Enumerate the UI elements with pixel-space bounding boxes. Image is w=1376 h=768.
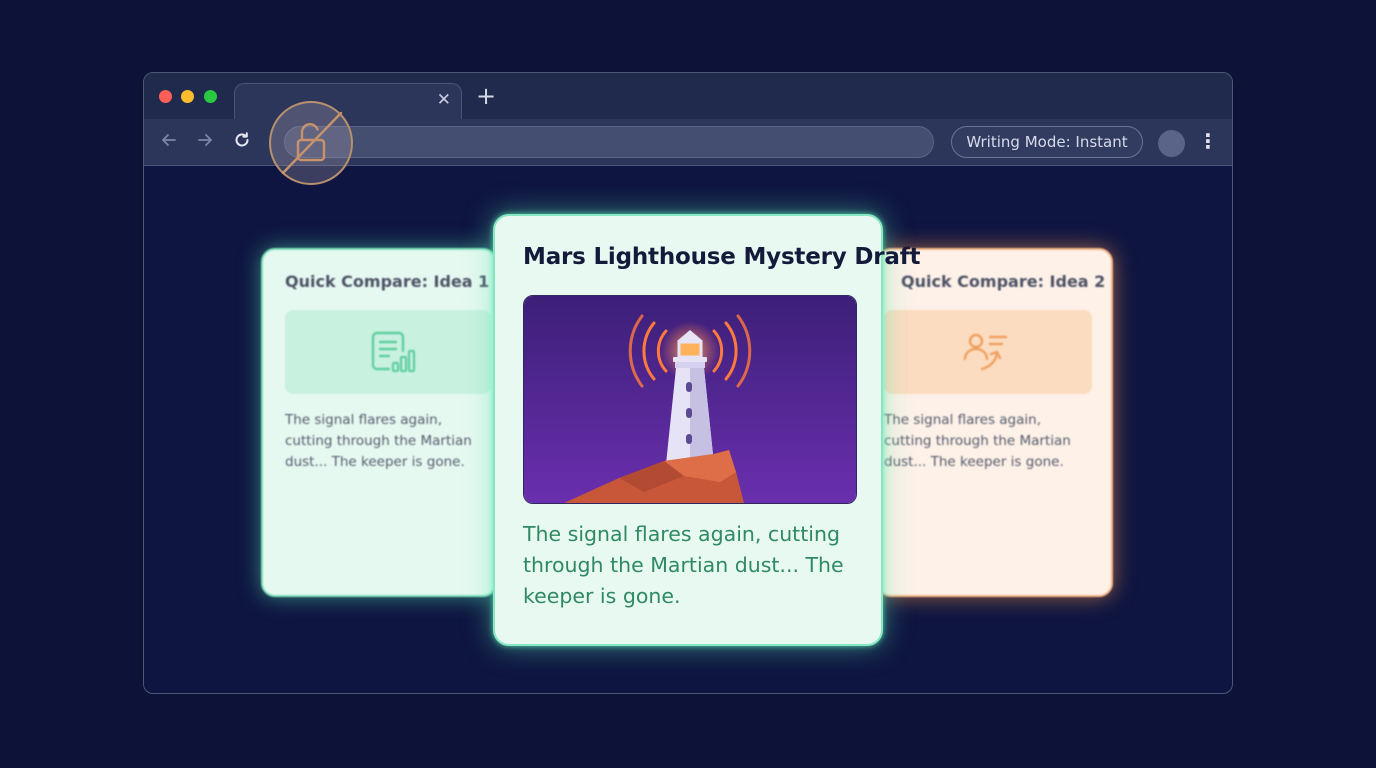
idea-1-card[interactable]: Quick Compare: Idea 1 The signal flares … [261, 248, 497, 597]
idea-1-text: The signal flares again, cutting through… [285, 412, 472, 470]
window-close-button[interactable] [159, 90, 172, 103]
close-icon[interactable]: ✕ [437, 90, 451, 110]
document-chart-icon [371, 331, 416, 373]
more-vertical-icon[interactable]: ⋮ [1198, 131, 1218, 151]
unlocked-padlock-crossed-icon [269, 101, 353, 185]
plus-icon[interactable]: + [476, 84, 496, 108]
arrow-left-icon[interactable] [156, 127, 182, 153]
idea-1-icon-box [285, 310, 491, 394]
avatar[interactable] [1158, 130, 1185, 157]
window-minimize-button[interactable] [181, 90, 194, 103]
draft-card[interactable]: Mars Lighthouse Mystery Draft The signal… [493, 214, 921, 646]
draft-title: Mars Lighthouse Mystery Draft [523, 244, 921, 270]
address-bar[interactable] [284, 126, 934, 158]
writing-mode-label: Writing Mode: [966, 133, 1071, 151]
window-maximize-button[interactable] [204, 90, 217, 103]
idea-1-title: Quick Compare: Idea 1 [285, 272, 490, 291]
draft-text: The signal flares again, cutting through… [523, 522, 844, 608]
writing-mode-value: Instant [1075, 133, 1128, 151]
person-list-arrow-icon [963, 333, 1008, 371]
idea-2-card[interactable]: Quick Compare: Idea 2 The signal flares … [877, 248, 1113, 597]
lighthouse-illustration [523, 295, 857, 504]
reload-icon[interactable] [229, 127, 255, 153]
idea-2-title: Quick Compare: Idea 2 [901, 272, 1106, 291]
writing-mode-chip[interactable]: Writing Mode: Instant [951, 126, 1143, 158]
idea-2-text: The signal flares again, cutting through… [884, 412, 1071, 470]
idea-2-icon-box [884, 310, 1092, 394]
arrow-right-icon[interactable] [192, 127, 218, 153]
